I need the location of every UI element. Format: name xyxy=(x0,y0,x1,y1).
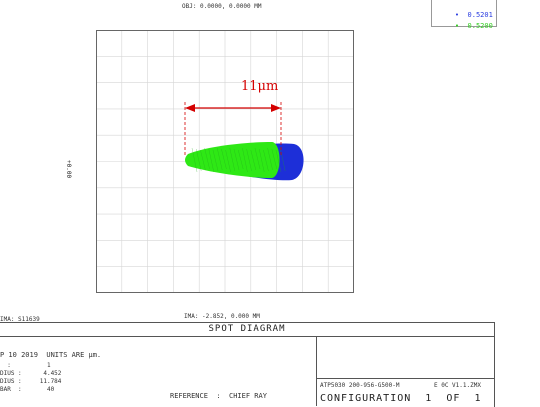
ima-coordinates: IMA: -2.852, 0.000 MM xyxy=(184,313,260,320)
dimension-arrow-right xyxy=(271,104,281,112)
legend-marker-green: • xyxy=(454,22,460,30)
spot-size-annotation: 11μm xyxy=(241,79,279,94)
info-rms-radius: DIUS : 4.452 xyxy=(0,370,62,377)
footer-divider xyxy=(316,378,494,379)
spot-diagram-plot xyxy=(96,30,354,293)
spot-pattern xyxy=(185,142,304,181)
footer-version: E 0C V1.1.ZMX xyxy=(434,382,481,389)
dimension-arrow-left xyxy=(185,104,195,112)
diagram-title: SPOT DIAGRAM xyxy=(0,323,494,337)
legend-item-green: • 0.5200 xyxy=(438,14,493,38)
info-reference: REFERENCE : CHIEF RAY xyxy=(170,392,267,400)
obj-coordinates: OBJ: 0.0000, 0.0000 MM xyxy=(182,3,262,10)
footer-configuration: CONFIGURATION 1 OF 1 xyxy=(320,393,482,404)
info-field-line: : 1 xyxy=(0,362,51,369)
panel-divider xyxy=(316,337,317,406)
y-axis-label: +0.00 xyxy=(65,160,72,179)
legend-value-green: 0.5200 xyxy=(467,22,493,30)
wavelength-legend: • 0.5201 • 0.5200 xyxy=(431,0,497,30)
footer-file-name: ATP5030 200-956-G500-M xyxy=(320,382,400,389)
info-geo-radius: DIUS : 11.784 xyxy=(0,378,62,385)
info-units-line: P 10 2019 UNITS ARE μm. xyxy=(0,351,102,359)
info-scale-bar: BAR : 40 xyxy=(0,386,55,393)
